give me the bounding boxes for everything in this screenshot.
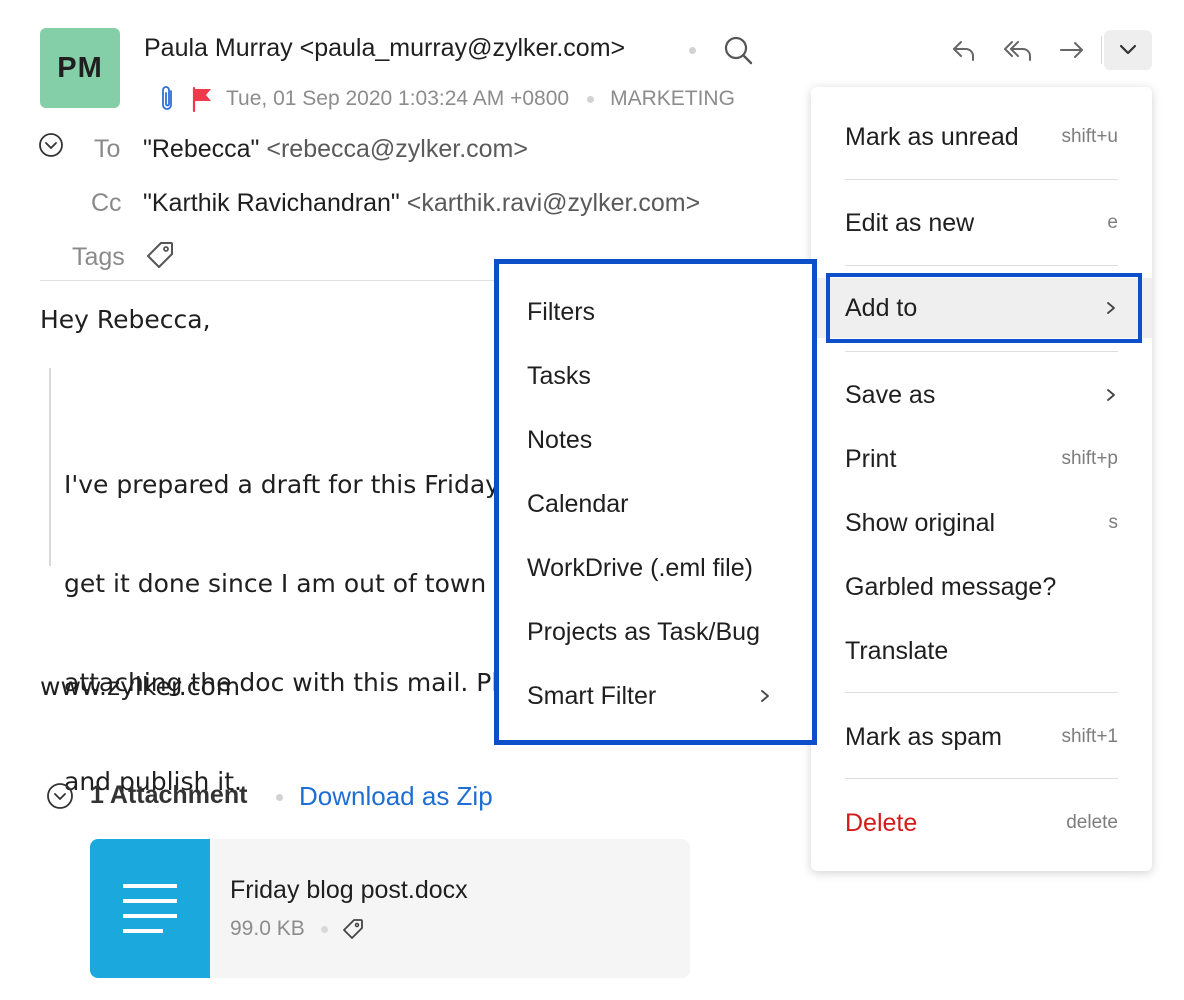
paperclip-icon[interactable] [156,84,180,114]
quote-line: get it done since I am out of town this … [64,569,504,598]
attachment-size: 99.0 KB [230,917,305,940]
more-actions-button[interactable] [1104,30,1152,70]
cc-recipient-address: <karthik.ravi@zylker.com> [406,189,701,217]
chevron-down-icon [1119,44,1137,55]
message-meta: Tue, 01 Sep 2020 1:03:24 AM +0800 MARKET… [156,84,735,114]
cc-label: Cc [91,189,122,217]
reply-button[interactable] [944,30,984,70]
submenu-item-label: Calendar [527,489,629,518]
submenu-item-workdrive[interactable]: WorkDrive (.eml file) [499,538,812,598]
menu-item-label: Print [845,444,897,473]
message-date: Tue, 01 Sep 2020 1:03:24 AM +0800 [226,87,570,110]
menu-item-label: Edit as new [845,208,975,237]
flag-icon[interactable] [190,84,214,114]
attachment-card[interactable]: Friday blog post.docx 99.0 KB [90,839,690,978]
submenu-item-filters[interactable]: Filters [499,282,812,342]
submenu-item-label: Projects as Task/Bug [527,617,760,646]
attachment-count: 1 Attachment [90,781,248,809]
menu-item-shortcut: e [1107,212,1118,233]
tag-icon[interactable] [342,918,364,940]
menu-divider [845,265,1118,266]
submenu-item-projects[interactable]: Projects as Task/Bug [499,602,812,662]
tags-label: Tags [72,243,125,271]
cc-recipient[interactable]: "Karthik Ravichandran" <karthik.ravi@zyl… [143,189,700,218]
attachment-meta: 99.0 KB [230,917,364,941]
menu-item-translate[interactable]: Translate [811,621,1152,681]
email-greeting: Hey Rebecca, [40,305,211,334]
menu-item-show-original[interactable]: Show original s [811,493,1152,553]
separator-dot [689,47,696,54]
separator-dot [320,925,328,933]
menu-item-shortcut: shift+u [1061,126,1118,147]
menu-item-label: Garbled message? [845,572,1057,601]
cc-recipient-name: "Karthik Ravichandran" [143,189,400,217]
submenu-item-label: WorkDrive (.eml file) [527,553,753,582]
search-button[interactable] [718,30,758,70]
header-divider [40,280,520,281]
menu-item-shortcut: shift+p [1061,448,1118,469]
forward-button[interactable] [1052,30,1092,70]
expand-circle-icon[interactable] [46,782,74,810]
reply-icon [953,41,974,61]
menu-item-label: Show original [845,508,996,537]
menu-item-edit-as-new[interactable]: Edit as new e [811,193,1152,253]
menu-item-label: Save as [845,380,936,409]
to-recipient-name: "Rebecca" [143,135,260,163]
add-to-submenu: Filters Tasks Notes Calendar WorkDrive (… [494,259,817,745]
menu-divider [845,351,1118,352]
quote-line: I've prepared a draft for this Friday's … [64,470,504,499]
chevron-right-icon [761,690,769,702]
menu-item-label: Mark as unread [845,122,1019,151]
menu-divider [845,778,1118,779]
quote-bar [49,368,51,566]
menu-item-label: Delete [845,808,918,837]
menu-item-shortcut: shift+1 [1061,726,1118,747]
menu-item-shortcut: s [1108,512,1119,533]
submenu-item-notes[interactable]: Notes [499,410,812,470]
document-icon [90,839,210,978]
menu-item-mark-spam[interactable]: Mark as spam shift+1 [811,707,1152,767]
submenu-item-calendar[interactable]: Calendar [499,474,812,534]
sender-avatar: PM [40,28,120,108]
submenu-item-label: Filters [527,297,596,326]
search-icon [724,36,753,65]
menu-item-garbled-message[interactable]: Garbled message? [811,557,1152,617]
folder-label[interactable]: MARKETING [610,87,735,111]
menu-item-delete[interactable]: Delete delete [811,793,1152,853]
to-recipient[interactable]: "Rebecca" <rebecca@zylker.com> [143,135,528,164]
submenu-item-label: Tasks [527,361,591,390]
download-zip-link[interactable]: Download as Zip [299,781,493,812]
sender-name[interactable]: Paula Murray <paula_murray@zylker.com> [144,34,625,63]
forward-icon [1060,42,1083,58]
website-link[interactable]: www.zylker.com [40,672,240,701]
submenu-item-smart-filter[interactable]: Smart Filter [499,666,812,726]
submenu-item-label: Smart Filter [527,681,657,710]
reply-all-button[interactable] [998,30,1038,70]
menu-item-label: Mark as spam [845,722,1002,751]
more-actions-menu: Mark as unread shift+u Edit as new e Add… [811,87,1152,871]
menu-item-shortcut: delete [1066,812,1118,833]
menu-divider [845,692,1118,693]
expand-circle-icon[interactable] [38,132,64,158]
to-recipient-address: <rebecca@zylker.com> [266,135,528,163]
tag-icon[interactable] [144,239,176,271]
menu-item-label: Translate [845,636,949,665]
to-label: To [94,135,121,163]
separator-dot [587,95,595,103]
menu-item-print[interactable]: Print shift+p [811,429,1152,489]
menu-item-mark-unread[interactable]: Mark as unread shift+u [811,107,1152,167]
reply-all-icon [1004,41,1031,61]
chevron-right-icon [1107,389,1115,401]
add-to-highlight [826,273,1142,343]
menu-divider [845,179,1118,180]
submenu-item-tasks[interactable]: Tasks [499,346,812,406]
email-quote: I've prepared a draft for this Friday's … [64,402,504,831]
toolbar-separator [1101,36,1102,64]
menu-item-save-as[interactable]: Save as [811,365,1152,425]
submenu-item-label: Notes [527,425,593,454]
separator-dot [276,794,283,801]
attachment-filename[interactable]: Friday blog post.docx [230,876,468,905]
